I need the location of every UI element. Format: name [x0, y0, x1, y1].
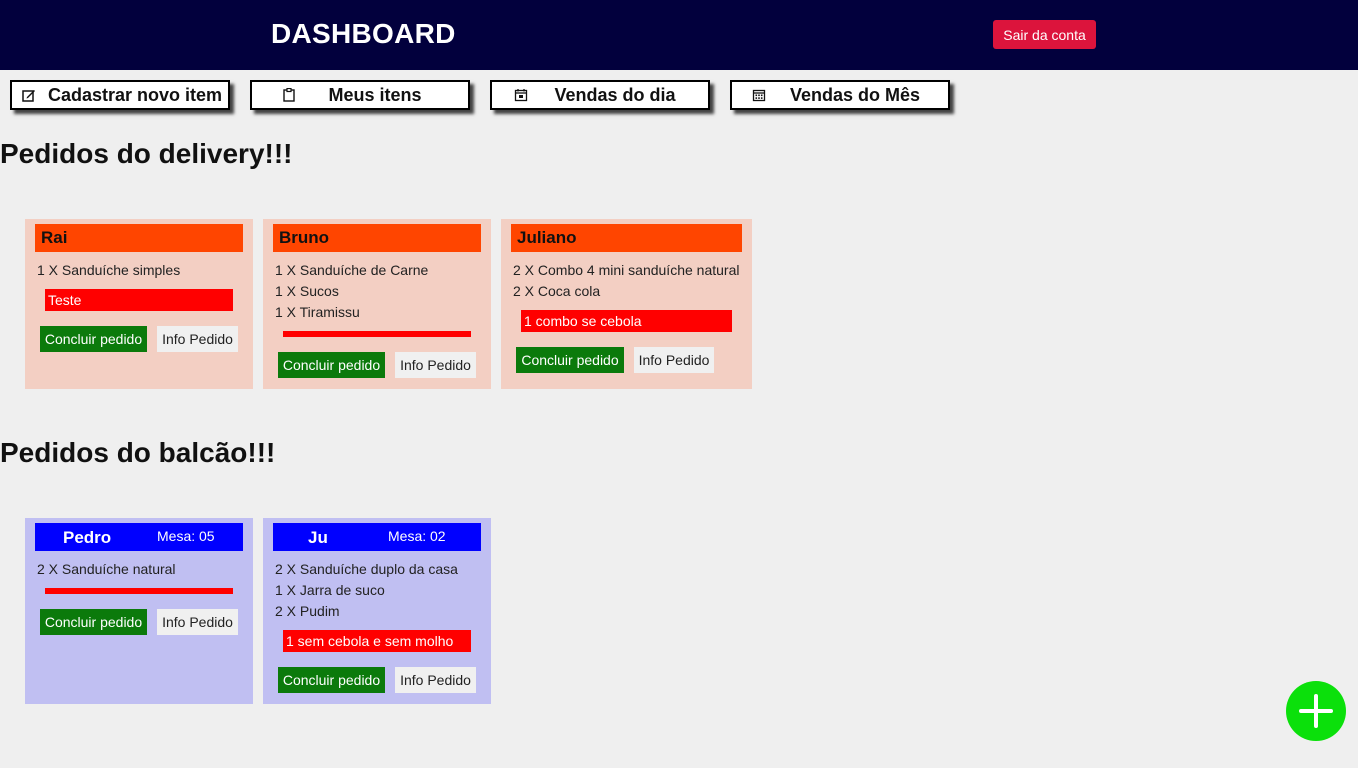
- delivery-order-card: Bruno 1 X Sanduíche de Carne 1 X Sucos 1…: [263, 219, 491, 389]
- order-item: 1 X Tiramissu: [275, 304, 360, 320]
- counter-section-title: Pedidos do balcão!!!: [0, 437, 276, 468]
- counter-order-card: Ju Mesa: 02 2 X Sanduíche duplo da casa …: [263, 518, 491, 704]
- page-title: DASHBOARD: [271, 18, 456, 49]
- order-item: 1 X Jarra de suco: [275, 582, 385, 598]
- calendar-month-icon: [752, 89, 766, 102]
- order-info-button[interactable]: Info Pedido: [634, 347, 714, 373]
- order-note: 1 combo se cebola: [521, 310, 732, 332]
- order-header: Pedro Mesa: 05: [35, 523, 243, 551]
- order-items: 2 X Sanduíche natural: [37, 559, 176, 580]
- order-items: 2 X Combo 4 mini sanduíche natural 2 X C…: [513, 260, 739, 302]
- complete-order-button[interactable]: Concluir pedido: [40, 609, 147, 635]
- order-info-button[interactable]: Info Pedido: [395, 667, 476, 693]
- edit-icon: [22, 90, 35, 102]
- table-number: Mesa: 02: [388, 528, 446, 544]
- daily-sales-label: Vendas do dia: [554, 84, 676, 105]
- register-item-label: Cadastrar novo item: [47, 84, 223, 105]
- order-item: 2 X Coca cola: [513, 283, 601, 299]
- monthly-sales-button[interactable]: Vendas do Mês: [730, 80, 950, 110]
- my-items-label: Meus itens: [328, 84, 422, 105]
- delivery-section-title: Pedidos do delivery!!!: [0, 138, 293, 169]
- order-item: 2 X Sanduíche duplo da casa: [275, 561, 458, 577]
- order-items: 1 X Sanduíche simples: [37, 260, 180, 281]
- complete-order-button[interactable]: Concluir pedido: [516, 347, 624, 373]
- register-item-button[interactable]: Cadastrar novo item: [10, 80, 230, 110]
- table-number: Mesa: 05: [157, 528, 215, 544]
- order-item: 1 X Sucos: [275, 283, 339, 299]
- order-item: 2 X Pudim: [275, 603, 340, 619]
- order-note: [45, 588, 233, 594]
- order-item: 1 X Sanduíche de Carne: [275, 262, 429, 278]
- plus-icon: [1299, 694, 1333, 728]
- counter-order-card: Pedro Mesa: 05 2 X Sanduíche natural Con…: [25, 518, 253, 704]
- complete-order-button[interactable]: Concluir pedido: [40, 326, 147, 352]
- order-note: [283, 331, 471, 337]
- order-customer-name: Ju: [308, 528, 328, 547]
- order-customer-name: Rai: [35, 224, 243, 252]
- order-customer-name: Juliano: [511, 224, 742, 252]
- my-items-button[interactable]: Meus itens: [250, 80, 470, 110]
- order-info-button[interactable]: Info Pedido: [157, 326, 238, 352]
- complete-order-button[interactable]: Concluir pedido: [278, 667, 385, 693]
- order-items: 2 X Sanduíche duplo da casa 1 X Jarra de…: [275, 559, 458, 622]
- order-item: 2 X Combo 4 mini sanduíche natural: [513, 262, 740, 278]
- monthly-sales-label: Vendas do Mês: [789, 84, 921, 105]
- order-customer-name: Bruno: [273, 224, 481, 252]
- order-info-button[interactable]: Info Pedido: [395, 352, 476, 378]
- order-note: Teste: [45, 289, 233, 311]
- add-order-button[interactable]: [1286, 681, 1346, 741]
- top-bar: DASHBOARD Sair da conta: [0, 0, 1358, 70]
- order-customer-name: Pedro: [63, 528, 112, 547]
- order-items: 1 X Sanduíche de Carne 1 X Sucos 1 X Tir…: [275, 260, 428, 323]
- order-note: 1 sem cebola e sem molho: [283, 630, 471, 652]
- delivery-order-card: Juliano 2 X Combo 4 mini sanduíche natur…: [501, 219, 752, 389]
- order-item: 2 X Sanduíche natural: [37, 561, 176, 577]
- complete-order-button[interactable]: Concluir pedido: [278, 352, 385, 378]
- order-header: Ju Mesa: 02: [273, 523, 481, 551]
- order-info-button[interactable]: Info Pedido: [157, 609, 238, 635]
- order-item: 1 X Sanduíche simples: [37, 262, 181, 278]
- delivery-order-card: Rai 1 X Sanduíche simples Teste Concluir…: [25, 219, 253, 389]
- daily-sales-button[interactable]: Vendas do dia: [490, 80, 710, 110]
- logout-button[interactable]: Sair da conta: [993, 20, 1096, 49]
